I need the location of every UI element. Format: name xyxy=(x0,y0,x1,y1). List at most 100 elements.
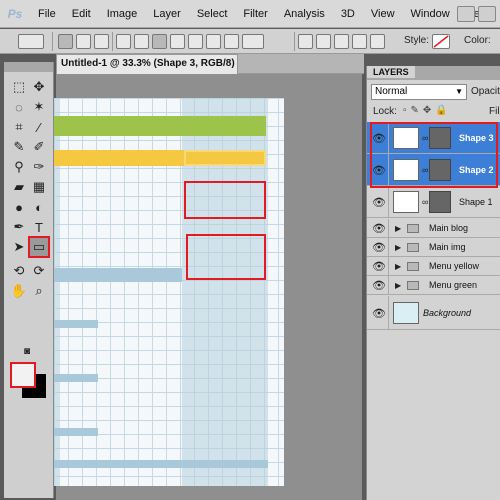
eyedropper-icon[interactable]: ⁄ xyxy=(30,118,48,136)
menu-analysis[interactable]: Analysis xyxy=(276,0,333,28)
exclude-overlap-icon[interactable] xyxy=(370,34,385,49)
layer-row-shape-1[interactable]: 👁 ∞ Shape 1 xyxy=(367,186,500,218)
shape-1-outline[interactable] xyxy=(184,150,266,166)
layer-name-menu-yellow: Menu yellow xyxy=(429,261,480,271)
clone-stamp-icon[interactable]: ⚲ xyxy=(10,158,28,176)
healing-brush-icon[interactable]: ✎ xyxy=(10,138,28,156)
expand-arrow-icon[interactable]: ▶ xyxy=(395,224,401,233)
tool-preset-picker[interactable] xyxy=(18,34,44,49)
rectangle-shape-icon[interactable] xyxy=(152,34,167,49)
ellipse-icon[interactable] xyxy=(188,34,203,49)
menu-image[interactable]: Image xyxy=(99,0,146,28)
blend-mode-select[interactable]: Normal ▼ xyxy=(371,84,467,100)
separator xyxy=(294,32,295,51)
eye-icon[interactable]: 👁 xyxy=(371,239,387,255)
magic-wand-icon[interactable]: ✶ xyxy=(30,98,48,116)
menu-3d[interactable]: 3D xyxy=(333,0,363,28)
expand-arrow-icon[interactable]: ▶ xyxy=(395,281,401,290)
marquee-tool-icon[interactable]: ⬚ xyxy=(10,78,28,96)
layer-row-background[interactable]: 👁 Background xyxy=(367,296,500,330)
menu-filter[interactable]: Filter xyxy=(235,0,275,28)
layer-row-main-img[interactable]: 👁 ▶ Main img xyxy=(367,238,500,257)
type-tool-icon[interactable]: T xyxy=(30,218,48,236)
lock-label: Lock: xyxy=(373,106,397,117)
add-to-shape-icon[interactable] xyxy=(316,34,331,49)
pen-tool-icon[interactable] xyxy=(116,34,131,49)
history-brush-icon[interactable]: ✑ xyxy=(30,158,48,176)
eye-icon[interactable]: 👁 xyxy=(371,258,387,274)
folder-icon xyxy=(407,243,419,252)
dodge-tool-icon[interactable]: ◐ xyxy=(30,198,48,216)
toolbox-header xyxy=(4,62,53,72)
zoom-tool-icon[interactable]: ⌕ xyxy=(30,282,48,300)
tab-strip xyxy=(238,54,364,74)
create-new-shape-icon[interactable] xyxy=(298,34,313,49)
brush-tool-icon[interactable]: ✐ xyxy=(30,138,48,156)
paths-mode-icon[interactable] xyxy=(76,34,91,49)
3d-orbit-icon[interactable]: ⟳ xyxy=(30,262,48,280)
main-img-band xyxy=(54,268,182,282)
menu-layer[interactable]: Layer xyxy=(145,0,189,28)
lock-icons[interactable]: ▫✎✥🔒 xyxy=(403,105,452,116)
crop-tool-icon[interactable]: ⌗ xyxy=(10,118,28,136)
custom-shape-icon[interactable] xyxy=(242,34,264,49)
freeform-pen-icon[interactable] xyxy=(134,34,149,49)
eraser-icon[interactable]: ▰ xyxy=(10,178,28,196)
subtract-shape-icon[interactable] xyxy=(334,34,349,49)
screen-mode-button[interactable] xyxy=(457,6,475,22)
hand-tool-icon[interactable]: ✋ xyxy=(10,282,28,300)
layer-row-menu-green[interactable]: 👁 ▶ Menu green xyxy=(367,276,500,295)
menu-view[interactable]: View xyxy=(363,0,403,28)
menu-edit[interactable]: Edit xyxy=(64,0,99,28)
separator xyxy=(112,32,113,51)
photoshop-logo: Ps xyxy=(7,6,23,21)
move-tool-icon[interactable]: ✥ xyxy=(30,78,48,96)
line-icon[interactable] xyxy=(224,34,239,49)
shape-3-outline[interactable] xyxy=(186,234,266,280)
options-bar: Style: Color: xyxy=(0,29,500,54)
polygon-icon[interactable] xyxy=(206,34,221,49)
quick-mask-icon[interactable]: ◙ xyxy=(18,342,36,360)
menu-window[interactable]: Window xyxy=(403,0,458,28)
path-selection-icon[interactable]: ➤ xyxy=(10,238,28,256)
document-canvas[interactable] xyxy=(54,98,284,486)
arrange-button[interactable] xyxy=(478,6,496,22)
foreground-color-swatch[interactable] xyxy=(10,362,36,388)
vector-mask-thumbnail[interactable] xyxy=(429,191,451,213)
no-style-icon xyxy=(433,35,449,48)
blend-mode-value: Normal xyxy=(375,86,408,97)
layer-name-main-blog: Main blog xyxy=(429,223,469,233)
eye-icon[interactable]: 👁 xyxy=(371,277,387,293)
folder-icon xyxy=(407,281,419,290)
pen-tool-icon[interactable]: ✒ xyxy=(10,218,28,236)
folder-icon xyxy=(407,224,419,233)
eye-icon[interactable]: 👁 xyxy=(371,194,387,210)
menu-file[interactable]: File xyxy=(30,0,64,28)
fill-pixels-mode-icon[interactable] xyxy=(94,34,109,49)
color-label: Color: xyxy=(464,35,491,46)
menu-select[interactable]: Select xyxy=(189,0,236,28)
layers-tab[interactable]: LAYERS xyxy=(367,66,415,78)
layer-row-menu-yellow[interactable]: 👁 ▶ Menu yellow xyxy=(367,257,500,276)
eye-icon[interactable]: 👁 xyxy=(371,220,387,236)
rectangle-tool-icon[interactable]: ▭ xyxy=(28,236,50,258)
blur-tool-icon[interactable]: ● xyxy=(10,198,28,216)
expand-arrow-icon[interactable]: ▶ xyxy=(395,243,401,252)
style-picker[interactable] xyxy=(432,34,450,49)
rounded-rectangle-icon[interactable] xyxy=(170,34,185,49)
layers-tab-bar: LAYERS xyxy=(367,66,500,80)
shape-2-outline[interactable] xyxy=(184,181,266,219)
3d-rotate-icon[interactable]: ⟲ xyxy=(10,262,28,280)
eye-icon[interactable]: 👁 xyxy=(371,305,387,321)
shape-layers-mode-icon[interactable] xyxy=(58,34,73,49)
document-tab[interactable]: Untitled-1 @ 33.3% (Shape 3, RGB/8) * × xyxy=(56,54,238,87)
gradient-icon[interactable]: ▦ xyxy=(30,178,48,196)
lasso-tool-icon[interactable]: ◌ xyxy=(10,98,28,116)
link-icon: ∞ xyxy=(422,197,429,207)
footer-band xyxy=(54,460,268,468)
intersect-shape-icon[interactable] xyxy=(352,34,367,49)
layer-name-main-img: Main img xyxy=(429,242,466,252)
layer-name-shape-1: Shape 1 xyxy=(459,197,493,207)
layer-row-main-blog[interactable]: 👁 ▶ Main blog xyxy=(367,219,500,238)
expand-arrow-icon[interactable]: ▶ xyxy=(395,262,401,271)
